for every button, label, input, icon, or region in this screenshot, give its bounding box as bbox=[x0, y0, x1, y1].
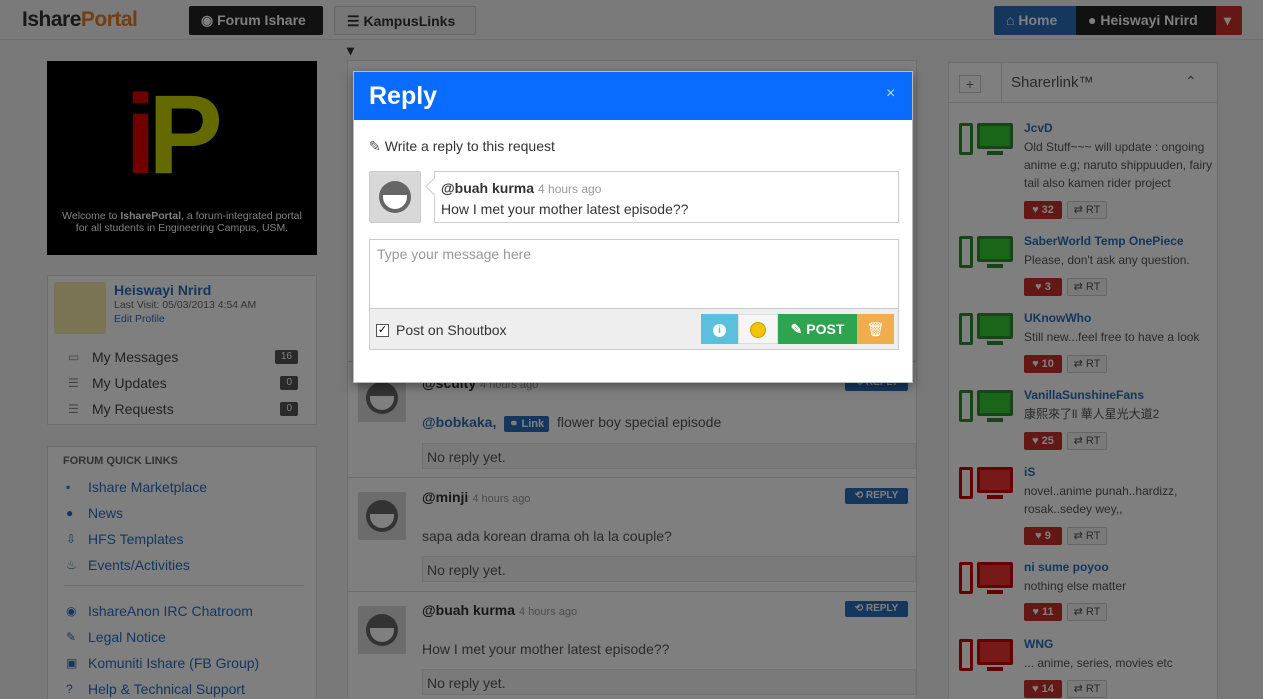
close-icon[interactable]: × bbox=[886, 85, 895, 103]
discard-button[interactable]: 🗑 bbox=[857, 314, 894, 344]
trash-icon: 🗑 bbox=[866, 321, 885, 337]
info-icon: i bbox=[713, 324, 726, 337]
pencil-icon: ✎ bbox=[790, 321, 803, 337]
info-button[interactable]: i bbox=[701, 314, 738, 344]
reply-instruction: ✎ Write a reply to this request bbox=[369, 138, 555, 154]
emoticon-button[interactable] bbox=[738, 314, 778, 344]
quoted-request: @buah kurma 4 hours ago How I met your mo… bbox=[434, 171, 899, 223]
smiley-icon bbox=[750, 321, 766, 338]
avatar bbox=[369, 171, 421, 223]
modal-header: Reply × bbox=[354, 72, 912, 120]
reply-toolbar: ✓ Post on Shoutbox i ✎ POST 🗑 bbox=[369, 308, 899, 350]
post-on-shoutbox-checkbox[interactable]: ✓ bbox=[376, 324, 389, 337]
quoted-username: @buah kurma 4 hours ago bbox=[441, 180, 602, 196]
quoted-message: How I met your mother latest episode?? bbox=[441, 201, 689, 217]
post-on-shoutbox-label[interactable]: Post on Shoutbox bbox=[396, 322, 507, 338]
reply-message-input[interactable] bbox=[369, 239, 899, 309]
reply-modal: Reply × ✎ Write a reply to this request @… bbox=[353, 71, 913, 383]
post-button[interactable]: ✎ POST bbox=[778, 314, 857, 344]
edit-icon: ✎ bbox=[369, 138, 381, 154]
modal-title: Reply bbox=[369, 82, 438, 110]
